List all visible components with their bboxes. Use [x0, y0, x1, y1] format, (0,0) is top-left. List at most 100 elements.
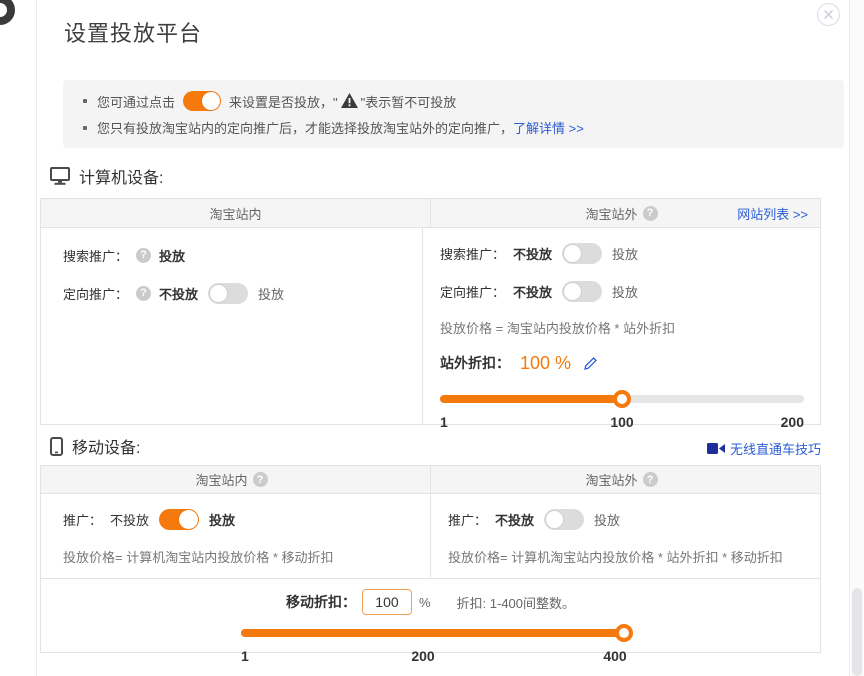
toggle-knob: [179, 510, 198, 529]
scale-max: 200: [781, 414, 804, 430]
search-promo-state: 投放: [159, 246, 185, 265]
computer-section-header: 计算机设备:: [50, 164, 163, 188]
mobile-discount-slider[interactable]: [241, 624, 631, 642]
help-icon[interactable]: ?: [136, 286, 151, 301]
discount-value: 100 %: [520, 353, 571, 374]
promo-row: 推广： 不投放 投放: [63, 508, 414, 530]
on-state-label: 投放: [612, 244, 638, 263]
notice-line-1: 您可通过点击 来设置是否投放，" "表示暂不可投放: [83, 91, 824, 111]
computer-table-header: 淘宝站内 淘宝站外 ? 网站列表 >>: [41, 199, 820, 228]
toggle-knob: [202, 92, 220, 110]
offsite-target-toggle[interactable]: [562, 281, 602, 302]
row-label: 推广：: [63, 510, 102, 529]
discount-hint: 折扣: 1-400间整数。: [457, 593, 575, 612]
on-state-label: 投放: [612, 282, 638, 301]
background-bubble-fragment: [0, 0, 15, 25]
close-icon: [823, 9, 834, 20]
offsite-discount-row: 站外折扣： 100 %: [440, 350, 804, 376]
computer-section-title: 计算机设备:: [79, 164, 163, 188]
scrollbar-track[interactable]: [850, 0, 864, 676]
off-state-label: 不投放: [495, 510, 534, 529]
toggle-knob: [545, 510, 564, 529]
notice-text: 您可通过点击: [97, 92, 175, 111]
video-camera-icon: [707, 442, 725, 455]
on-state-label: 投放: [258, 284, 284, 303]
set-platform-dialog: 设置投放平台 您可通过点击 来设置是否投放，" "表示暂不可投放 您只有投放淘宝…: [0, 0, 864, 676]
mobile-table: 淘宝站内 ? 淘宝站外 ? 推广： 不投放 投放 投放价格= 计算机淘宝站内投放…: [40, 465, 821, 653]
help-icon[interactable]: ?: [643, 472, 658, 487]
off-state-label: 不投放: [110, 510, 149, 529]
target-promo-row: 定向推广： 不投放 投放: [440, 280, 804, 302]
notice-box: 您可通过点击 来设置是否投放，" "表示暂不可投放 您只有投放淘宝站内的定向推广…: [63, 80, 844, 148]
toggle-knob: [563, 282, 582, 301]
warning-icon: [341, 93, 358, 108]
price-formula: 投放价格= 计算机淘宝站内投放价格 * 移动折扣: [63, 547, 414, 566]
notice-line-2: 您只有投放淘宝站内的定向推广后，才能选择投放淘宝站外的定向推广， 了解详情 >>: [83, 118, 824, 137]
price-formula: 投放价格 = 淘宝站内投放价格 * 站外折扣: [440, 318, 804, 337]
edit-pencil-icon[interactable]: [583, 356, 598, 371]
slider-scale: 1 200 400: [241, 648, 631, 666]
target-promo-row: 定向推广： ? 不投放 投放: [63, 282, 406, 304]
slider-handle[interactable]: [615, 624, 633, 642]
column-header-onsite: 淘宝站内 ?: [41, 466, 431, 493]
notice-text: 您只有投放淘宝站内的定向推广后，才能选择投放淘宝站外的定向推广，: [97, 118, 513, 137]
column-header-label: 淘宝站外: [585, 470, 637, 489]
scale-max: 400: [603, 648, 626, 664]
wireless-tips-link[interactable]: 无线直通车技巧: [730, 439, 821, 458]
promo-row: 推广： 不投放 投放: [448, 508, 804, 530]
notice-text: 来设置是否投放，": [229, 92, 338, 111]
row-label: 定向推广：: [440, 282, 505, 301]
slider-handle[interactable]: [613, 390, 631, 408]
mobile-table-header: 淘宝站内 ? 淘宝站外 ?: [41, 466, 820, 494]
scrollbar-thumb[interactable]: [852, 588, 862, 676]
help-icon[interactable]: ?: [136, 248, 151, 263]
column-header-offsite: 淘宝站外 ?: [431, 466, 820, 493]
mobile-offsite-toggle[interactable]: [544, 509, 584, 530]
dialog-left-border: [36, 0, 37, 676]
scale-min: 1: [440, 414, 448, 430]
price-formula: 投放价格= 计算机淘宝站内投放价格 * 站外折扣 * 移动折扣: [448, 547, 804, 566]
off-state-label: 不投放: [159, 284, 198, 303]
slider-scale: 1 100 200: [440, 414, 804, 432]
computer-table: 淘宝站内 淘宝站外 ? 网站列表 >> 搜索推广： ? 投放 定向推广：: [40, 198, 821, 425]
scale-mid: 200: [411, 648, 434, 664]
learn-more-link[interactable]: 了解详情 >>: [513, 118, 584, 137]
mobile-discount-row: 移动折扣： % 折扣: 1-400间整数。: [41, 588, 820, 616]
toggle-knob: [563, 244, 582, 263]
help-icon[interactable]: ?: [643, 206, 658, 221]
search-promo-row: 搜索推广： 不投放 投放: [440, 242, 804, 264]
bullet-icon: [83, 99, 87, 103]
example-toggle[interactable]: [183, 91, 221, 111]
mobile-discount-input[interactable]: [362, 589, 412, 615]
mobile-onsite-toggle[interactable]: [159, 509, 199, 530]
row-label: 搜索推广：: [440, 244, 505, 263]
discount-label: 移动折扣：: [286, 592, 356, 612]
close-button[interactable]: [817, 3, 840, 26]
off-state-label: 不投放: [513, 282, 552, 301]
scale-min: 1: [241, 648, 249, 664]
toggle-knob: [209, 284, 228, 303]
mobile-offsite-cell: 推广： 不投放 投放 投放价格= 计算机淘宝站内投放价格 * 站外折扣 * 移动…: [431, 494, 820, 578]
wireless-tips: 无线直通车技巧: [40, 439, 821, 458]
monitor-icon: [50, 167, 70, 185]
computer-onsite-cell: 搜索推广： ? 投放 定向推广： ? 不投放 投放: [41, 228, 423, 425]
offsite-search-toggle[interactable]: [562, 243, 602, 264]
computer-offsite-cell: 搜索推广： 不投放 投放 定向推广： 不投放 投放 投放价格 = 淘宝站内投放价…: [423, 228, 820, 425]
slider-fill: [440, 395, 622, 403]
scale-mid: 100: [610, 414, 633, 430]
column-header-label: 淘宝站内: [195, 470, 247, 489]
column-header-offsite: 淘宝站外 ? 网站列表 >>: [431, 199, 820, 227]
mobile-onsite-cell: 推广： 不投放 投放 投放价格= 计算机淘宝站内投放价格 * 移动折扣: [41, 494, 431, 578]
onsite-target-toggle[interactable]: [208, 283, 248, 304]
help-icon[interactable]: ?: [253, 472, 268, 487]
site-list-link[interactable]: 网站列表 >>: [737, 204, 808, 223]
percent-unit: %: [419, 595, 431, 610]
bullet-icon: [83, 126, 87, 130]
page-title: 设置投放平台: [64, 16, 202, 48]
off-state-label: 不投放: [513, 244, 552, 263]
discount-label: 站外折扣：: [440, 353, 510, 373]
on-state-label: 投放: [209, 510, 235, 529]
column-header-label: 淘宝站内: [209, 204, 261, 223]
mobile-discount-section: 移动折扣： % 折扣: 1-400间整数。 1 200 400: [41, 579, 820, 666]
offsite-discount-slider[interactable]: [440, 390, 804, 408]
